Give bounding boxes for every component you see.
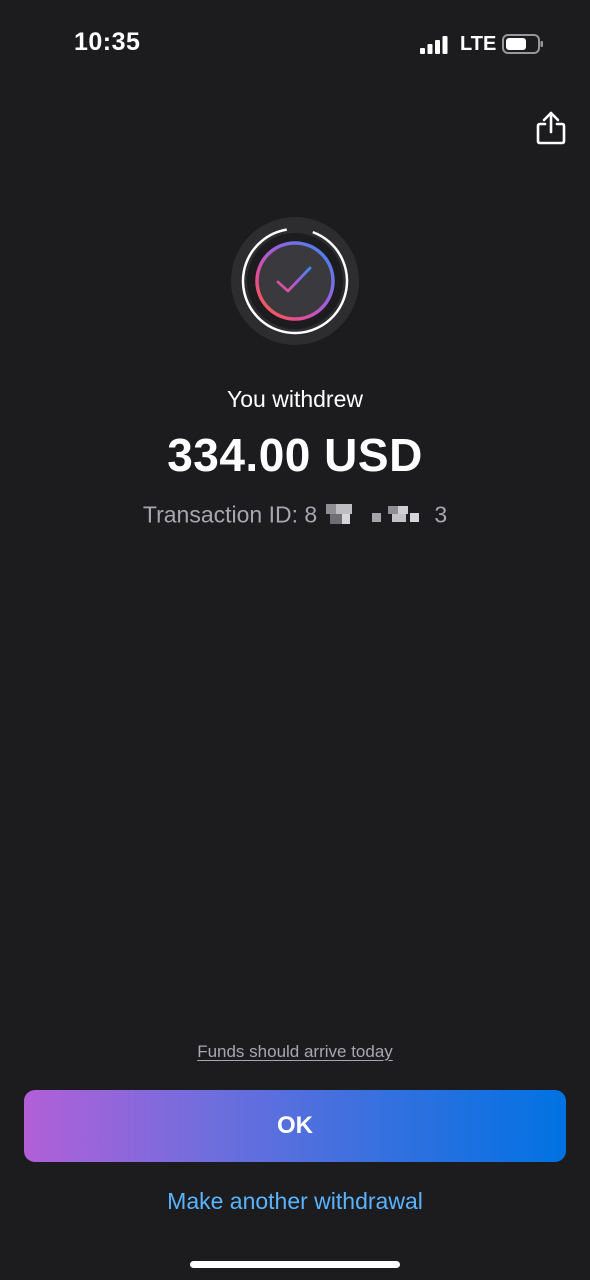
status-bar: 10:35 LTE (0, 0, 590, 90)
share-icon[interactable] (534, 110, 568, 146)
funds-arrival-note[interactable]: Funds should arrive today (0, 1042, 590, 1062)
withdraw-amount: 334.00 USD (167, 429, 423, 481)
transaction-id-end: 3 (434, 501, 448, 528)
status-time: 10:35 (74, 28, 141, 56)
home-indicator (190, 1261, 400, 1268)
battery-icon (502, 34, 543, 54)
redacted-block (325, 503, 352, 526)
signal-icon (420, 36, 448, 54)
transaction-id-row: Transaction ID: 8 3 (0, 500, 590, 528)
make-another-withdrawal-link[interactable]: Make another withdrawal (0, 1188, 590, 1215)
withdraw-headline: You withdrew (227, 386, 363, 412)
transaction-id-label: Transaction ID: (142, 501, 298, 528)
ok-button[interactable]: OK (24, 1090, 566, 1162)
redacted-block (371, 504, 420, 526)
success-check-icon (231, 217, 359, 345)
transaction-id-start: 8 (304, 501, 318, 528)
network-label: LTE (460, 33, 497, 55)
